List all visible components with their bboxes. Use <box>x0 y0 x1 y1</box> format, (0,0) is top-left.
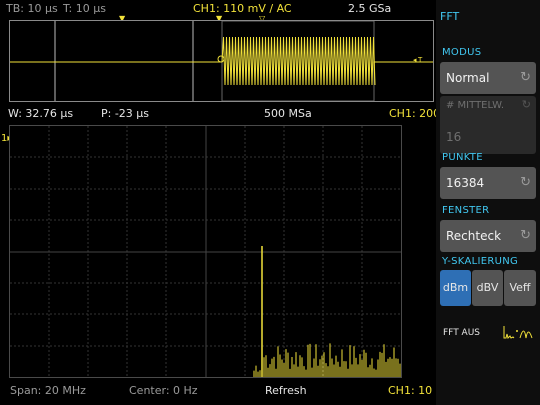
averages-value: 16 <box>446 130 462 144</box>
timebase-label[interactable]: TB: 10 µs <box>6 2 58 16</box>
span-label[interactable]: Span: 20 MHz <box>10 384 86 398</box>
fft-sample-rate-label: 500 MSa <box>264 107 312 120</box>
modus-value: Normal <box>446 71 490 85</box>
overview-trace: T ◂ <box>10 20 433 102</box>
fft-off-icon[interactable] <box>502 322 534 344</box>
menu-title: FFT <box>440 10 460 23</box>
rotary-icon: ↻ <box>521 98 531 111</box>
fft-spectrum-plot[interactable] <box>9 125 402 378</box>
punkte-button[interactable]: 16384 ↻ <box>440 167 536 199</box>
rotary-icon: ↻ <box>520 70 531 85</box>
sample-rate-label: 2.5 GSa <box>348 2 392 15</box>
fft-info-bar: W: 32.76 µs P: -23 µs 500 MSa CH1: 200 <box>0 105 440 123</box>
modus-button[interactable]: Normal ↻ <box>440 62 536 94</box>
fft-off-label[interactable]: FFT AUS <box>443 328 480 338</box>
fenster-title: FENSTER <box>442 205 490 216</box>
trigger-time-label[interactable]: T: 10 µs <box>63 2 106 16</box>
y-scale-title: Y-SKALIERUNG <box>442 256 519 267</box>
fenster-button[interactable]: Rechteck ↻ <box>440 220 536 252</box>
rotary-icon: ↻ <box>520 175 531 190</box>
y-scale-dbm-option[interactable]: dBm <box>440 270 471 306</box>
punkte-value: 16384 <box>446 176 485 190</box>
refresh-label[interactable]: Refresh <box>265 384 307 398</box>
spectrum-graph <box>10 126 401 377</box>
fenster-value: Rechteck <box>446 229 502 243</box>
zoom-overview-window[interactable]: T ◂ <box>9 20 434 102</box>
punkte-title: PUNKTE <box>442 152 483 163</box>
channel-ref-label: CH1: 200 <box>389 107 441 120</box>
center-label[interactable]: Center: 0 Hz <box>129 384 198 398</box>
rotary-icon: ↻ <box>520 228 531 243</box>
fft-side-menu: FFT MODUS Normal ↻ # MITTELW. ↻ 16 PUNKT… <box>436 0 540 405</box>
y-scale-dbv-option[interactable]: dBV <box>472 270 503 306</box>
averages-button[interactable]: # MITTELW. ↻ 16 <box>440 96 536 154</box>
channel-setting-label[interactable]: CH1: 110 mV ∕ AC <box>193 2 292 16</box>
y-scale-veff-option[interactable]: Veff <box>504 270 536 306</box>
position-label: P: -23 µs <box>101 107 150 120</box>
top-status-bar: TB: 10 µs T: 10 µs CH1: 110 mV ∕ AC 2.5 … <box>0 0 435 23</box>
overview-right-marker: T <box>417 56 423 64</box>
bottom-status-bar: Span: 20 MHz Center: 0 Hz Refresh CH1: 1… <box>0 381 461 401</box>
trigger-point-icon <box>217 55 225 63</box>
modus-title: MODUS <box>442 47 482 58</box>
averages-label: # MITTELW. <box>446 100 505 111</box>
svg-text:◂: ◂ <box>413 56 417 64</box>
window-width-label: W: 32.76 µs <box>8 107 74 120</box>
